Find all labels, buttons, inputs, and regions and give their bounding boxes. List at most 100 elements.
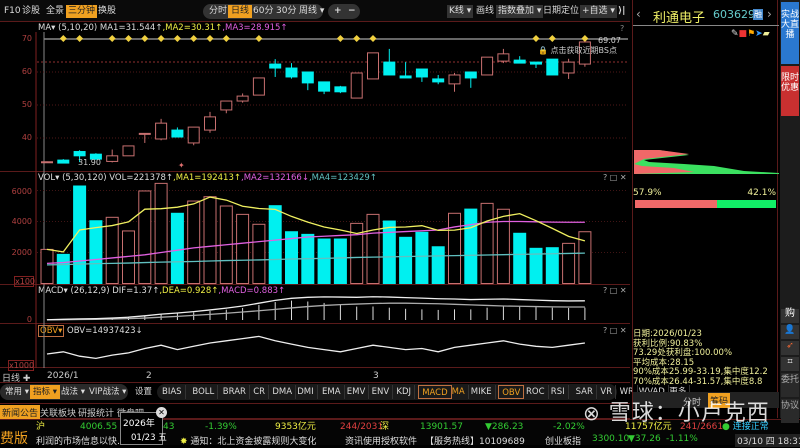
volume-bar <box>187 200 201 284</box>
indicator-tab-macd[interactable]: MACD <box>418 385 452 399</box>
margin-badge: 融 <box>753 9 763 20</box>
indicator-tab-dma[interactable]: DMA <box>269 385 297 399</box>
indicator-tab-obv[interactable]: OBV <box>498 385 525 399</box>
bs-marker-icon <box>190 35 198 42</box>
candle <box>432 78 445 83</box>
indicator-tab-boll[interactable]: BOLL <box>189 385 219 399</box>
bs-marker-icon <box>173 35 181 42</box>
drawing-tools[interactable]: ✎■⚑➤▰ <box>731 29 770 39</box>
tab-news[interactable]: 新闻公告 <box>0 405 41 420</box>
candle <box>383 61 396 76</box>
sh-index: 4006.55 <box>80 422 118 432</box>
indicator-tab-env[interactable]: ENV <box>369 385 394 399</box>
bs-marker-icon <box>125 35 132 42</box>
candle <box>334 86 347 93</box>
loss-percent: 42.1% <box>747 188 776 198</box>
period-label[interactable]: 日线 ✚ <box>2 371 30 384</box>
bs-marker-icon <box>255 35 263 42</box>
settings-button[interactable]: 设置 <box>132 385 155 399</box>
crop-icon[interactable]: ⌗ <box>781 357 799 371</box>
buy-button[interactable]: 购 <box>781 309 799 323</box>
indicator-tab-cr[interactable]: CR <box>250 385 270 399</box>
user-icon[interactable]: 👤 <box>781 325 799 339</box>
flag-icon: ⚑ <box>747 29 756 39</box>
profit-percent: 57.9% <box>633 188 662 198</box>
tooltip-close-icon[interactable]: ✕ <box>156 407 167 418</box>
notice-scroll[interactable]: ✸ 通知：北上资金披露规则大变化 <box>180 434 316 447</box>
indicator-tab-dmi[interactable]: DMI <box>294 385 318 399</box>
indicator-tab-kdj[interactable]: KDJ <box>393 385 416 399</box>
volume-bar <box>333 238 347 284</box>
edition-label[interactable]: 费版 <box>0 428 28 448</box>
candle <box>204 116 216 131</box>
volume-bar <box>203 196 217 284</box>
common-menu[interactable]: 常用 ▾ <box>2 385 32 399</box>
rocket-icon[interactable]: ➶ <box>781 341 799 355</box>
marker-icon: ■ <box>738 29 748 39</box>
candle <box>464 71 477 79</box>
cyb-pct: -1.11% <box>666 434 698 444</box>
indicator-tabs: BIAS BOLL BRAR CR DMA DMI EMA EMV ENV KDJ MACD MA MI… <box>157 384 691 400</box>
folder-icon: ▰ <box>762 29 770 39</box>
candle <box>497 53 510 62</box>
indicator-tab-roc[interactable]: ROC <box>523 385 549 399</box>
volume-bar <box>562 242 576 284</box>
candle <box>367 52 379 80</box>
entrust-button[interactable]: 委托 <box>781 373 799 397</box>
candle <box>252 77 265 96</box>
bs-marker-icon <box>581 35 589 42</box>
indicator-tab-ema[interactable]: EMA <box>319 385 345 399</box>
candle <box>415 68 428 78</box>
tab-related-sectors[interactable]: 关联板块 <box>40 406 76 419</box>
stock-header: ‹ 利通电子 603629 融 › <box>633 6 779 26</box>
candle <box>301 71 314 84</box>
indicator-tab-emv[interactable]: EMV <box>344 385 370 399</box>
candle <box>138 132 151 135</box>
signal-marker-icon: ✦ <box>178 161 185 170</box>
volume-bar <box>382 220 396 285</box>
volume-bar <box>154 182 168 284</box>
indicator-tab-bias[interactable]: BIAS <box>159 385 186 399</box>
cost-70: 70%成本26.44-31.57,集中度8.8 <box>633 376 763 387</box>
candle <box>187 126 200 144</box>
candle <box>269 63 282 69</box>
volume-bar <box>40 248 54 284</box>
indicator-menu[interactable]: 指标 ▾ <box>30 385 60 399</box>
chip-stats: 日期:2026/01/23 获利比例:90.83% 73.29处获利盘:100.… <box>633 329 768 388</box>
promo-button[interactable]: 限时优惠 <box>781 66 799 116</box>
bs-marker-icon <box>548 35 556 42</box>
next-stock-button[interactable]: › <box>767 7 772 21</box>
volume-bar <box>56 253 70 284</box>
tooltip-year: 2026年 <box>123 419 155 429</box>
bs-marker-icon <box>157 35 165 42</box>
indicator-tab-ma[interactable]: MA <box>449 385 469 399</box>
bs-marker-icon <box>59 35 67 42</box>
indicator-tab-mike[interactable]: MIKE <box>468 385 496 399</box>
sh-label: 沪 <box>36 422 46 432</box>
live-button[interactable]: 实战大直播 <box>781 2 799 64</box>
vip-strategy-menu[interactable]: VIP战法 ▾ <box>86 385 129 399</box>
stock-name: 利通电子 <box>653 11 706 26</box>
prev-stock-button[interactable]: ‹ <box>636 7 641 21</box>
news-scroll-1[interactable]: 利润的市场信息以快… <box>36 434 126 447</box>
candle <box>171 129 184 138</box>
bs-points-link[interactable]: 🔒 点击获取近期BS点 <box>538 45 617 56</box>
volume-bar <box>431 246 445 284</box>
hotline-text: 【服务热线】10109689 <box>425 437 525 447</box>
clock: 03/10 四 18:31 <box>735 434 800 447</box>
candle <box>220 100 233 111</box>
candle <box>350 72 363 99</box>
watermark-logo: ⊗ 雪球：小卢克西 <box>583 401 770 426</box>
strategy-menu[interactable]: 战法 ▾ <box>58 385 88 399</box>
kline-chart[interactable]: ✦ <box>0 0 630 370</box>
volume-bar <box>317 238 331 284</box>
side-strip: 实战大直播 限时优惠 购 👤 ➶ ⌗ 委托 协议 <box>780 0 800 423</box>
candle <box>73 151 86 157</box>
indicator-tab-rsi[interactable]: RSI <box>548 385 569 399</box>
protocol-button[interactable]: 协议 <box>781 399 799 423</box>
candle <box>530 61 542 65</box>
tab-research[interactable]: 研报统计 <box>78 406 114 419</box>
indicator-tab-brar[interactable]: BRAR <box>220 385 250 399</box>
profit-ratio-bar <box>635 200 776 208</box>
volume-bar <box>138 190 152 284</box>
